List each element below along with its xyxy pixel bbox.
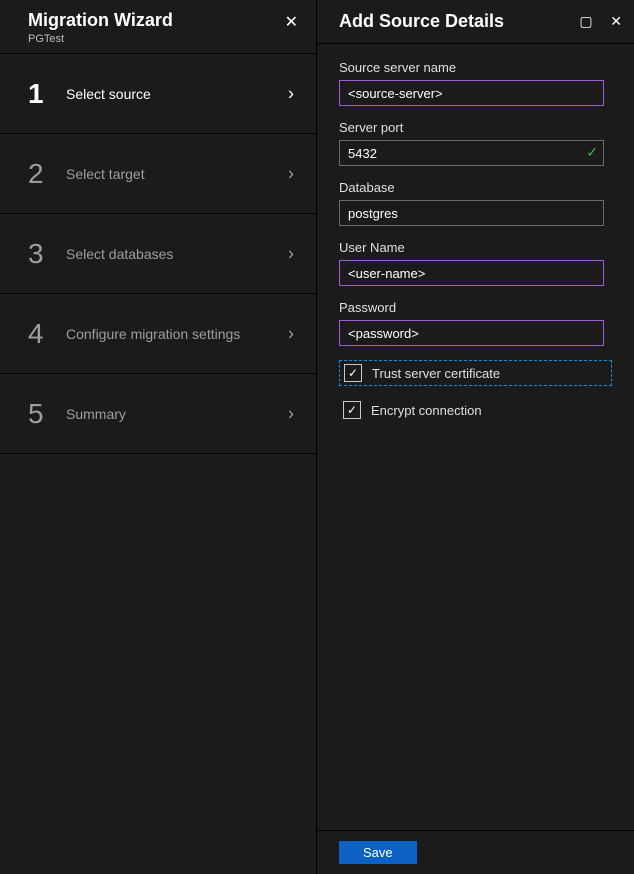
chevron-right-icon: ›: [288, 83, 294, 104]
step-label: Configure migration settings: [66, 326, 240, 342]
checkbox-trust[interactable]: ✓: [344, 364, 362, 382]
step-number: 3: [28, 238, 56, 270]
label-user-name: User Name: [339, 240, 612, 255]
chevron-right-icon: ›: [288, 243, 294, 264]
field-server-port: Server port ✓: [339, 120, 612, 166]
input-server-name[interactable]: [339, 80, 604, 106]
label-database: Database: [339, 180, 612, 195]
details-title: Add Source Details: [339, 11, 504, 32]
wizard-steps: 1 Select source › 2 Select target › 3 Select da…: [0, 54, 316, 454]
input-server-port[interactable]: [339, 140, 604, 166]
step-label: Select databases: [66, 246, 173, 262]
input-password[interactable]: [339, 320, 604, 346]
step-label: Summary: [66, 406, 126, 422]
input-database[interactable]: [339, 200, 604, 226]
wizard-step-1[interactable]: 1 Select source ›: [0, 54, 316, 134]
field-database: Database: [339, 180, 612, 226]
maximize-icon[interactable]: ▢: [579, 13, 592, 29]
wizard-panel: Migration Wizard PGTest ✕ 1 Select source…: [0, 0, 317, 874]
field-password: Password: [339, 300, 612, 346]
save-button[interactable]: Save: [339, 841, 417, 864]
chevron-right-icon: ›: [288, 403, 294, 424]
source-form: Source server name Server port ✓ Databas…: [317, 44, 634, 830]
label-password: Password: [339, 300, 612, 315]
close-icon[interactable]: ✕: [281, 10, 302, 34]
window-controls: ▢ ✕: [565, 13, 622, 30]
wizard-subtitle: PGTest: [28, 33, 173, 45]
chevron-right-icon: ›: [288, 323, 294, 344]
checkbox-encrypt[interactable]: ✓: [343, 401, 361, 419]
checkbox-encrypt-row[interactable]: ✓ Encrypt connection: [339, 398, 612, 422]
step-label: Select source: [66, 86, 151, 102]
wizard-step-5[interactable]: 5 Summary ›: [0, 374, 316, 454]
label-server-port: Server port: [339, 120, 612, 135]
label-server-name: Source server name: [339, 60, 612, 75]
field-server-name: Source server name: [339, 60, 612, 106]
details-footer: Save: [317, 830, 634, 874]
step-label: Select target: [66, 166, 145, 182]
wizard-step-2[interactable]: 2 Select target ›: [0, 134, 316, 214]
close-icon[interactable]: ✕: [610, 13, 622, 29]
step-number: 2: [28, 158, 56, 190]
step-number: 1: [28, 78, 56, 110]
details-panel: Add Source Details ▢ ✕ Source server nam…: [317, 0, 634, 874]
wizard-header: Migration Wizard PGTest ✕: [0, 0, 316, 54]
checkbox-encrypt-label: Encrypt connection: [371, 403, 482, 418]
input-user-name[interactable]: [339, 260, 604, 286]
wizard-step-3[interactable]: 3 Select databases ›: [0, 214, 316, 294]
step-number: 5: [28, 398, 56, 430]
details-header: Add Source Details ▢ ✕: [317, 0, 634, 44]
checkbox-trust-label: Trust server certificate: [372, 366, 500, 381]
wizard-step-4[interactable]: 4 Configure migration settings ›: [0, 294, 316, 374]
wizard-title: Migration Wizard: [28, 10, 173, 31]
checkbox-trust-row[interactable]: ✓ Trust server certificate: [339, 360, 612, 386]
field-user-name: User Name: [339, 240, 612, 286]
step-number: 4: [28, 318, 56, 350]
chevron-right-icon: ›: [288, 163, 294, 184]
